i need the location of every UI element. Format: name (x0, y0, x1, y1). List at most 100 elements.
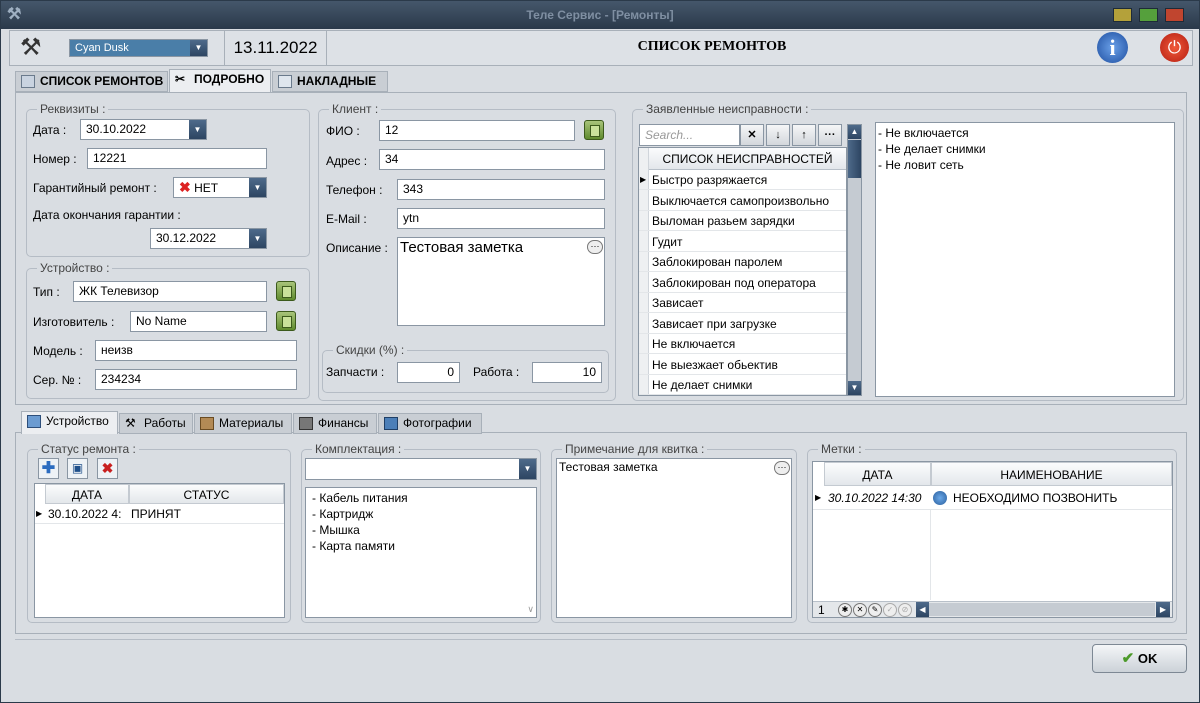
tag-name: НЕОБХОДИМО ПОЗВОНИТЬ (953, 491, 1118, 505)
table-row[interactable]: ▶ 30.10.2022 14:30 НЕОБХОДИМО ПОЗВОНИТЬ (813, 486, 1172, 510)
add-status-button[interactable]: ✚ (38, 458, 59, 479)
list-item[interactable]: Выключается самопроизвольно (639, 191, 846, 211)
serial-field[interactable]: 234234 (95, 369, 297, 390)
search-placeholder: Search... (645, 128, 694, 142)
chevron-down-icon[interactable]: ▼ (189, 120, 206, 139)
theme-select[interactable]: Cyan Dusk ▼ (69, 39, 208, 57)
date-value: 30.10.2022 (86, 122, 147, 136)
tab-invoices[interactable]: НАКЛАДНЫЕ (272, 71, 388, 92)
tab-photos[interactable]: Фотографии (378, 413, 482, 434)
fault-search-input[interactable]: Search... (639, 124, 740, 146)
type-field[interactable]: ЖК Телевизор (73, 281, 267, 302)
tab-device[interactable]: Устройство (21, 411, 118, 434)
kit-select[interactable]: ▼ (305, 458, 537, 480)
number-field[interactable]: 12221 (87, 148, 267, 169)
tools-icon: ⚒ (20, 34, 42, 61)
fault-name: Не выезжает обьектив (652, 357, 778, 372)
chevron-down-icon[interactable]: ▼ (249, 229, 266, 248)
client-lookup-button[interactable] (584, 120, 604, 140)
horizontal-scrollbar[interactable] (929, 603, 1155, 616)
fault-name: Зависает при загрузке (652, 316, 777, 331)
list-item[interactable]: Заблокирован под оператора (639, 273, 846, 293)
list-item[interactable]: Не выезжает обьектив (639, 355, 846, 375)
status-header-date: ДАТА (45, 484, 129, 504)
arrow-up-icon[interactable]: ↑ (792, 124, 816, 146)
scroll-down-icon[interactable]: ▼ (848, 381, 861, 395)
maximize-button[interactable] (1139, 8, 1158, 22)
minimize-button[interactable] (1113, 8, 1132, 22)
kit-list[interactable]: - Кабель питания - Картридж - Мышка - Карта… (305, 487, 537, 618)
app-icon: ⚒ (7, 6, 22, 23)
close-button[interactable] (1165, 8, 1184, 22)
receipt-note-textarea[interactable]: Тестовая заметка (556, 458, 792, 618)
selected-fault-item: - Не включается (878, 126, 969, 140)
list-item[interactable]: ▶ Быстро разряжается (639, 170, 846, 190)
tab-materials[interactable]: Материалы (194, 413, 292, 434)
maker-lookup-button[interactable] (276, 311, 296, 331)
more-icon[interactable]: ··· (818, 124, 842, 146)
tools-icon: ⚒ (125, 416, 136, 430)
tab-label: Работы (144, 416, 186, 430)
description-textarea[interactable]: Тестовая заметка (397, 237, 605, 326)
cancel-icon[interactable]: ✕ (853, 603, 867, 617)
fault-name: Заблокирован паролем (652, 255, 783, 269)
fio-field[interactable]: 12 (379, 120, 575, 141)
asterisk-icon[interactable]: ✱ (838, 603, 852, 617)
power-icon[interactable]: ⏻ (1160, 33, 1189, 62)
tag-date: 30.10.2022 14:30 (828, 491, 922, 505)
type-lookup-button[interactable] (276, 281, 296, 301)
warranty-value: НЕТ (194, 181, 219, 195)
chevron-down-icon[interactable]: ▼ (190, 40, 207, 56)
list-item[interactable]: Заблокирован паролем (639, 252, 846, 272)
tab-works[interactable]: ⚒ Работы (119, 413, 193, 434)
address-field[interactable]: 34 (379, 149, 605, 170)
clear-icon[interactable]: ✕ (740, 124, 764, 146)
status-value: ПРИНЯТ (131, 507, 181, 521)
scroll-down-icon[interactable]: ∨ (527, 604, 534, 615)
edit-icon[interactable]: ✎ (868, 603, 882, 617)
maker-value: No Name (136, 314, 187, 328)
list-item[interactable]: Не включается (639, 334, 846, 354)
tab-details[interactable]: ✂ ПОДРОБНО (169, 69, 271, 92)
serial-label: Сер. № : (33, 373, 82, 387)
ellipsis-icon[interactable]: ··· (587, 240, 603, 254)
header-left: ⚒ Cyan Dusk ▼ (10, 31, 225, 65)
work-discount-field[interactable]: 10 (532, 362, 602, 383)
warranty-end-value: 30.12.2022 (156, 231, 217, 245)
warranty-select[interactable]: ✖ НЕТ ▼ (173, 177, 267, 198)
ellipsis-icon[interactable]: ··· (774, 461, 790, 475)
list-item[interactable]: Гудит (639, 232, 846, 252)
list-item[interactable]: Не делает снимки (639, 375, 846, 395)
ban-icon[interactable]: ⊘ (898, 603, 912, 617)
list-item[interactable]: Зависает (639, 293, 846, 313)
delete-status-button[interactable]: ✖ (97, 458, 118, 479)
table-row[interactable]: ▶ 30.10.2022 4: ПРИНЯТ (35, 504, 284, 524)
selected-faults-box[interactable]: - Не включается - Не делает снимки - Не ло… (875, 122, 1175, 397)
info-icon[interactable]: i (1097, 32, 1128, 63)
page-title: СПИСОК РЕМОНТОВ (637, 39, 787, 54)
save-status-button[interactable]: ▣ (67, 458, 88, 479)
row-pointer-icon: ▶ (36, 509, 43, 518)
model-label: Модель : (33, 344, 83, 358)
scroll-thumb[interactable] (848, 140, 861, 178)
scroll-left-icon[interactable]: ◀ (916, 602, 929, 617)
ok-button[interactable]: ✔ OK (1092, 644, 1187, 673)
email-field[interactable]: ytn (397, 208, 605, 229)
chevron-down-icon[interactable]: ▼ (519, 459, 536, 479)
list-item[interactable]: Зависает при загрузке (639, 314, 846, 334)
confirm-icon[interactable]: ✓ (883, 603, 897, 617)
scroll-up-icon[interactable]: ▲ (848, 125, 861, 139)
maker-field[interactable]: No Name (130, 311, 267, 332)
tab-finance[interactable]: Финансы (293, 413, 377, 434)
parts-discount-field[interactable]: 0 (397, 362, 460, 383)
phone-field[interactable]: 343 (397, 179, 605, 200)
fault-list-scrollbar[interactable]: ▲ ▼ (847, 124, 862, 396)
chevron-down-icon[interactable]: ▼ (249, 178, 266, 197)
arrow-down-icon[interactable]: ↓ (766, 124, 790, 146)
tab-repair-list[interactable]: СПИСОК РЕМОНТОВ (15, 71, 168, 92)
scroll-right-icon[interactable]: ▶ (1156, 602, 1170, 617)
warranty-end-field[interactable]: 30.12.2022 ▼ (150, 228, 267, 249)
model-field[interactable]: неизв (95, 340, 297, 361)
list-item[interactable]: Выломан разьем зарядки (639, 211, 846, 231)
date-field[interactable]: 30.10.2022 ▼ (80, 119, 207, 140)
